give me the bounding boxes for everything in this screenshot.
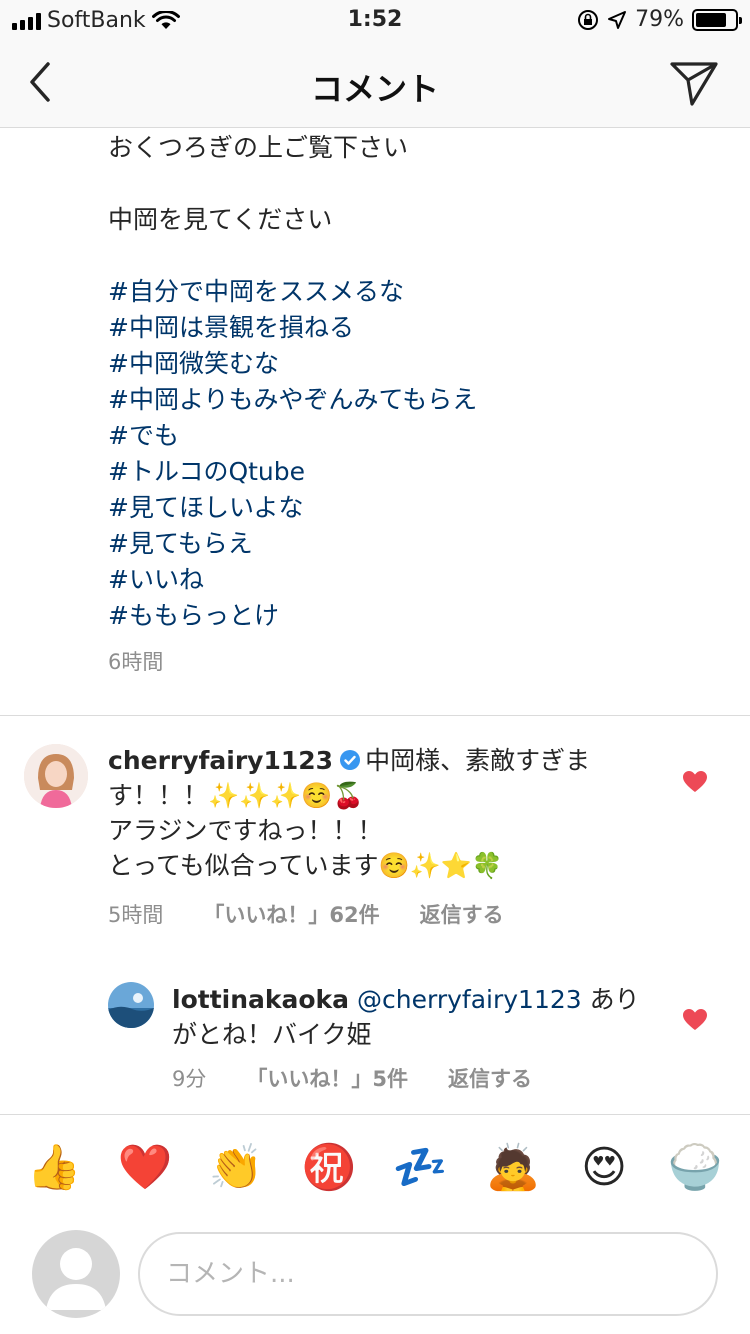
hashtag-link[interactable]: #いいね	[108, 562, 728, 598]
comment-time: 5時間	[108, 903, 164, 927]
location-arrow-icon	[608, 10, 627, 29]
thumbs-up-emoji-icon[interactable]: 👍	[26, 1140, 82, 1196]
comment-text-line: アラジンですねっ！！！	[108, 816, 383, 845]
bowing-person-emoji-icon[interactable]: 🙇	[485, 1140, 541, 1196]
battery-icon	[692, 8, 742, 31]
clapping-hands-emoji-icon[interactable]: 👏	[208, 1140, 264, 1196]
red-heart-emoji-icon[interactable]: ❤️	[117, 1140, 173, 1196]
reply-button[interactable]: 返信する	[448, 1063, 532, 1093]
likes-count-link[interactable]: 「いいね！」62件	[203, 899, 379, 929]
my-avatar	[32, 1230, 120, 1318]
status-bar-right: 79%	[577, 7, 742, 32]
congratulations-emoji-icon[interactable]: ㊗️	[301, 1140, 357, 1196]
comment-body: cherryfairy1123 中岡様、素敵すぎます！！！✨✨✨☺️🍒 アラジンで…	[108, 743, 608, 883]
comment-meta: 5時間 「いいね！」62件 返信する	[108, 899, 504, 929]
heart-icon[interactable]	[682, 770, 708, 794]
hashtag-link[interactable]: #中岡は景観を損ねる	[108, 310, 728, 346]
hashtag-link[interactable]: #見てほしいよな	[108, 490, 728, 526]
status-bar: SoftBank 1:52 79%	[0, 0, 750, 40]
caption-time: 6時間	[108, 650, 164, 674]
rotation-lock-icon	[578, 9, 599, 30]
comment-meta: 9分 「いいね！」5件 返信する	[172, 1063, 532, 1093]
avatar[interactable]	[108, 982, 154, 1028]
rice-bowl-emoji-icon[interactable]: 🍚	[667, 1140, 723, 1196]
hashtag-link[interactable]: #自分で中岡をススメるな	[108, 274, 728, 310]
comment-input-box[interactable]	[138, 1232, 718, 1316]
hashtag-link[interactable]: #でも	[108, 418, 728, 454]
divider	[0, 1114, 750, 1115]
mention-link[interactable]: @cherryfairy1123	[357, 985, 582, 1014]
caption-line: 中岡を見てください	[108, 205, 333, 234]
likes-count-link[interactable]: 「いいね！」5件	[246, 1063, 408, 1093]
hashtag-link[interactable]: #中岡微笑むな	[108, 346, 728, 382]
divider	[0, 715, 750, 716]
hashtag-link[interactable]: #見てもらえ	[108, 526, 728, 562]
comment-text-line: とっても似合っています☺️✨⭐️🍀	[108, 851, 504, 880]
send-icon[interactable]	[668, 58, 720, 108]
avatar[interactable]	[24, 744, 88, 808]
caption-line: おくつろぎの上ご覧下さい	[108, 133, 409, 162]
comment-username[interactable]: lottinakaoka	[172, 985, 349, 1014]
default-avatar-icon	[46, 1248, 106, 1310]
reply-body: lottinakaoka @cherryfairy1123 ありがとね！バイク姫	[172, 982, 642, 1052]
comment-username[interactable]: cherryfairy1123	[108, 746, 333, 775]
comment-time: 9分	[172, 1067, 207, 1091]
hashtag-link[interactable]: #中岡よりもみやぞんみてもらえ	[108, 382, 728, 418]
post-caption: おくつろぎの上ご覧下さい 中岡を見てください #自分で中岡をススメるな #中岡は…	[108, 130, 728, 680]
zzz-emoji-icon[interactable]: 💤	[392, 1140, 448, 1196]
hashtag-link[interactable]: #トルコのQtube	[108, 454, 728, 490]
reply-button[interactable]: 返信する	[420, 899, 504, 929]
page-title: コメント	[310, 70, 439, 108]
hashtag-link[interactable]: #ももらっとけ	[108, 598, 728, 634]
heart-eyes-emoji-icon[interactable]: 😍	[576, 1140, 632, 1196]
nav-bar: コメント	[0, 40, 750, 128]
battery-level	[696, 12, 727, 27]
battery-percent: 79%	[635, 7, 684, 32]
verified-badge-icon	[340, 750, 361, 770]
comment-input[interactable]	[166, 1259, 690, 1289]
emoji-bar: 👍 ❤️ 👏 ㊗️ 💤 🙇 😍 🍚	[0, 1140, 750, 1204]
heart-icon[interactable]	[682, 1008, 708, 1032]
